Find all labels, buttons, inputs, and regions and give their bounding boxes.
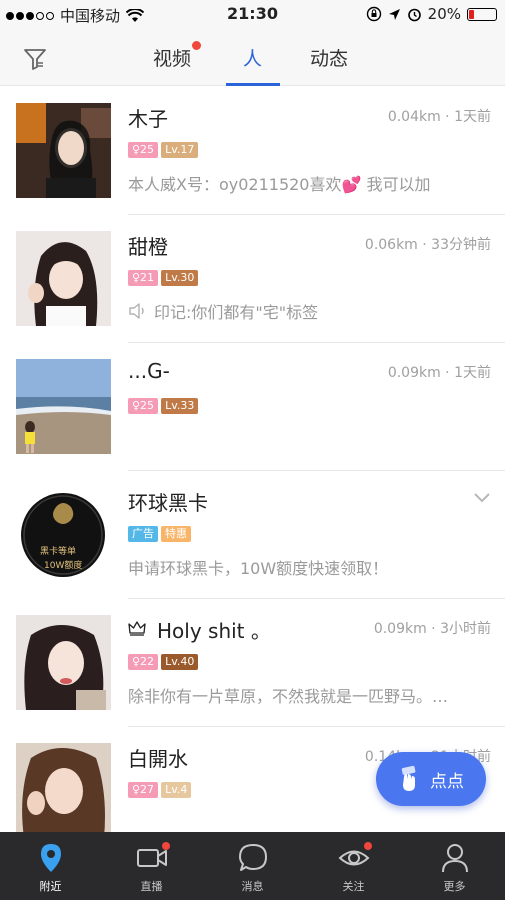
notification-dot bbox=[161, 842, 170, 850]
tab-label: 关注 bbox=[342, 880, 365, 893]
level-badge: Lv.40 bbox=[161, 654, 199, 670]
alarm-icon bbox=[407, 8, 421, 21]
location-pin-icon bbox=[40, 844, 61, 872]
active-tab-indicator bbox=[226, 83, 280, 86]
location-arrow-icon bbox=[388, 8, 400, 20]
chevron-down-icon[interactable] bbox=[473, 491, 491, 505]
user-name: 木子 bbox=[128, 107, 168, 131]
user-name: 甜橙 bbox=[128, 235, 168, 259]
ad-logo-text-top: 黑卡等单 bbox=[40, 547, 77, 557]
level-badge: Lv.4 bbox=[161, 782, 192, 798]
dian-dian-button[interactable]: 点点 bbox=[376, 752, 486, 806]
tab-people[interactable]: 人 bbox=[243, 44, 262, 71]
chat-bubble-icon bbox=[238, 844, 267, 871]
distance-time: 0.04km · 1天前 bbox=[387, 109, 491, 125]
battery-percent: 20% bbox=[427, 5, 461, 23]
user-name: ...G- bbox=[128, 359, 170, 383]
crown-icon bbox=[128, 621, 146, 636]
avatar bbox=[16, 743, 111, 838]
distance-time: 0.09km · 1天前 bbox=[387, 365, 491, 381]
list-item[interactable]: 甜橙 0.06km · 33分钟前 ♀21 Lv.30 印记:你们都有"宅"标签 bbox=[0, 215, 505, 343]
avatar bbox=[16, 231, 111, 326]
distance-time: 0.09km · 3小时前 bbox=[373, 621, 491, 637]
battery-icon bbox=[467, 7, 497, 21]
gender-age-badge: ♀22 bbox=[128, 654, 159, 670]
fab-label: 点点 bbox=[430, 771, 464, 792]
user-bio: 本人威X号：oy0211520喜欢💕 我可以加 bbox=[128, 175, 431, 194]
tab-label: 附近 bbox=[39, 880, 62, 893]
person-icon bbox=[441, 844, 468, 873]
level-badge: Lv.30 bbox=[161, 270, 199, 286]
distance-time: 0.06km · 33分钟前 bbox=[364, 237, 491, 253]
user-bio-row: 印记:你们都有"宅"标签 bbox=[128, 299, 318, 323]
avatar bbox=[16, 103, 111, 198]
top-nav: 视频 人 动态 bbox=[0, 30, 505, 86]
tab-moments[interactable]: 动态 bbox=[310, 44, 348, 71]
gender-age-badge: ♀25 bbox=[128, 142, 159, 158]
status-bar: 中国移动 21:30 20% bbox=[0, 0, 505, 30]
tab-label: 更多 bbox=[443, 880, 466, 893]
ad-logo-text-bottom: 10W额度 bbox=[44, 561, 83, 571]
list-item[interactable]: Holy shit 。 0.09km · 3小时前 ♀22 Lv.40 除非你有… bbox=[0, 599, 505, 727]
user-bio: 印记:你们都有"宅"标签 bbox=[154, 303, 319, 322]
avatar bbox=[16, 359, 111, 454]
ad-badge: 广告 bbox=[128, 526, 158, 542]
promo-badge: 特惠 bbox=[161, 526, 191, 542]
ad-title: 环球黑卡 bbox=[128, 491, 208, 515]
filter-icon[interactable] bbox=[22, 46, 48, 72]
level-badge: Lv.17 bbox=[161, 142, 199, 158]
tab-videos[interactable]: 视频 bbox=[153, 44, 191, 71]
tab-live[interactable]: 直播 bbox=[101, 832, 202, 900]
gender-age-badge: ♀21 bbox=[128, 270, 159, 286]
user-name: Holy shit 。 bbox=[157, 619, 271, 643]
notification-dot bbox=[192, 41, 201, 50]
gender-age-badge: ♀27 bbox=[128, 782, 159, 798]
tab-messages[interactable]: 消息 bbox=[202, 832, 303, 900]
bottom-tab-bar: 附近 直播 消息 关注 更多 bbox=[0, 832, 505, 900]
list-item[interactable]: ...G- 0.09km · 1天前 ♀25 Lv.33 bbox=[0, 343, 505, 471]
ad-description: 申请环球黑卡，10W额度快速领取！ bbox=[128, 559, 389, 578]
tap-hand-icon bbox=[401, 765, 416, 791]
orientation-lock-icon bbox=[366, 6, 381, 22]
nearby-people-list: 木子 0.04km · 1天前 ♀25 Lv.17 本人威X号：oy021152… bbox=[0, 87, 505, 855]
gender-age-badge: ♀25 bbox=[128, 398, 159, 414]
list-item[interactable]: 木子 0.04km · 1天前 ♀25 Lv.17 本人威X号：oy021152… bbox=[0, 87, 505, 215]
level-badge: Lv.33 bbox=[161, 398, 199, 414]
ad-list-item[interactable]: 黑卡等单 10W额度 环球黑卡 广告 特惠 申请环球黑卡，10W额度快速领取！ bbox=[0, 471, 505, 599]
user-name: 白開水 bbox=[128, 747, 188, 771]
notification-dot bbox=[363, 842, 372, 850]
tab-label: 直播 bbox=[140, 880, 163, 893]
user-bio: 除非你有一片草原，不然我就是一匹野马。… bbox=[128, 687, 449, 706]
tab-nearby[interactable]: 附近 bbox=[0, 832, 101, 900]
avatar bbox=[16, 615, 111, 710]
speaker-icon bbox=[129, 303, 144, 319]
tab-following[interactable]: 关注 bbox=[303, 832, 404, 900]
tab-label: 消息 bbox=[241, 880, 264, 893]
tab-more[interactable]: 更多 bbox=[404, 832, 505, 900]
